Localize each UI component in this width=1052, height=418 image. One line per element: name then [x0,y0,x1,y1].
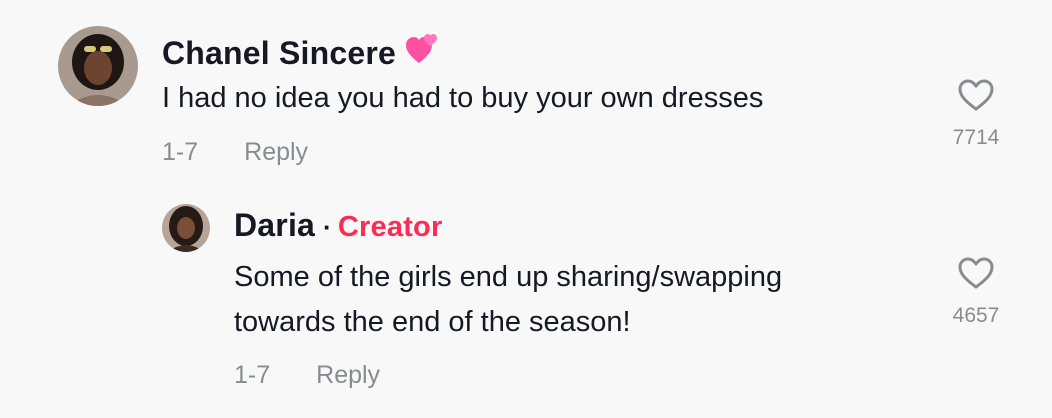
reply-author-name[interactable]: Daria [234,207,315,243]
like-count: 4657 [952,304,1000,327]
comment-author-name[interactable]: Chanel Sincere [162,35,396,71]
avatar-daria[interactable] [162,204,210,252]
two-hearts-icon [404,30,440,74]
reply-like: 4657 [936,256,1016,328]
comment-date: 1-7 [162,138,199,166]
reply-meta: 1-7 Reply [234,361,380,390]
comment-meta: 1-7 Reply [162,138,308,167]
comment-like: 7714 [936,78,1016,150]
avatar-chanel[interactable] [58,26,138,106]
comment-thread: Chanel Sincere I had no idea you had to … [0,0,1052,418]
comment-text: I had no idea you had to buy your own dr… [162,82,764,114]
comment-author[interactable]: Chanel Sincere [162,30,440,74]
separator-dot: · [323,212,332,242]
reply-button[interactable]: Reply [244,138,308,166]
creator-badge: Creator [337,211,443,243]
reply-button[interactable]: Reply [316,361,380,389]
like-count: 7714 [952,126,1000,149]
reply-date: 1-7 [234,361,271,389]
reply-author-line: Daria · Creator [234,207,442,244]
heart-icon[interactable] [957,256,995,290]
reply-text: Some of the girls end up sharing/swappin… [234,261,783,338]
heart-icon[interactable] [957,78,995,112]
